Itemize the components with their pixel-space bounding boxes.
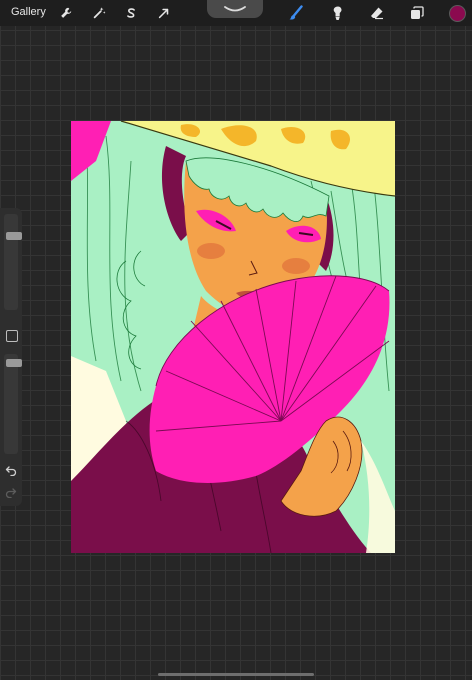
home-indicator[interactable] (158, 673, 314, 676)
redo-icon[interactable] (5, 486, 17, 498)
brush-size-slider[interactable] (4, 214, 22, 310)
eraser-icon[interactable] (368, 4, 386, 22)
toolbar-pull-handle[interactable] (207, 0, 263, 18)
artwork (71, 121, 395, 553)
selection-s-icon[interactable] (122, 4, 140, 22)
modify-button[interactable] (6, 330, 18, 342)
smudge-icon[interactable] (328, 4, 346, 22)
drawing-canvas[interactable] (71, 121, 395, 553)
brush-icon[interactable] (287, 4, 305, 22)
undo-icon[interactable] (5, 464, 17, 476)
transform-arrow-icon[interactable] (155, 4, 173, 22)
opacity-slider[interactable] (4, 354, 22, 454)
brush-size-thumb[interactable] (6, 232, 22, 240)
top-toolbar: Gallery (0, 0, 472, 26)
sidebar (0, 208, 22, 506)
layers-icon[interactable] (408, 4, 426, 22)
opacity-thumb[interactable] (6, 359, 22, 367)
color-picker-swatch[interactable] (449, 5, 466, 22)
wrench-icon[interactable] (57, 4, 75, 22)
magic-wand-icon[interactable] (90, 4, 108, 22)
gallery-button[interactable]: Gallery (11, 6, 46, 18)
